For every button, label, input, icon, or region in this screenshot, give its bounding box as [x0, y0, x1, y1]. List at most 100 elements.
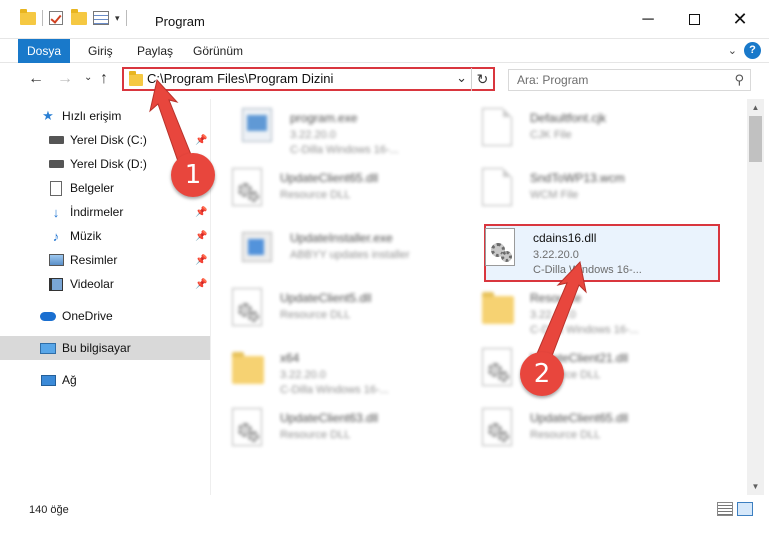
window-title: Program	[155, 14, 205, 29]
maximize-button[interactable]	[671, 0, 717, 39]
dll-gear-icon	[485, 228, 519, 270]
sidebar-item-this-pc[interactable]: Bu bilgisayar	[0, 336, 210, 360]
help-button[interactable]: ?	[744, 42, 761, 59]
tab-view[interactable]: Görünüm	[183, 39, 253, 63]
file-name: program.exe	[290, 111, 358, 125]
music-icon: ♪	[52, 228, 60, 244]
folder-icon	[232, 348, 266, 390]
dll-gear-icon	[232, 168, 266, 210]
chevron-down-icon[interactable]: ⌄	[456, 70, 467, 86]
address-path[interactable]: C:\Program Files\Program Dizini	[147, 71, 333, 86]
list-item[interactable]: program.exe 3.22.20.0 C-Dilla Windows 16…	[232, 102, 472, 162]
list-item[interactable]: UpdateClient5.dll Resource DLL	[222, 282, 462, 342]
tab-file[interactable]: Dosya	[18, 39, 70, 63]
file-name: Resource	[530, 291, 582, 305]
file-description: ABBYY updates installer	[290, 249, 410, 261]
videos-icon	[48, 276, 64, 292]
file-description: C-Dilla Windows 16-...	[280, 384, 389, 396]
sidebar-item-label: Bu bilgisayar	[62, 341, 131, 355]
file-name: UpdateInstaller.exe	[290, 231, 393, 245]
new-folder-icon[interactable]	[71, 9, 87, 26]
minimize-button[interactable]: ─	[625, 0, 671, 39]
refresh-icon[interactable]: ↻	[471, 68, 493, 91]
customize-dropdown-icon[interactable]: ▾	[115, 13, 120, 24]
tab-share[interactable]: Paylaş	[127, 39, 183, 63]
sidebar-item-label: İndirmeler	[70, 205, 124, 219]
cloud-icon	[40, 308, 56, 324]
recent-locations-icon[interactable]: ⌄	[84, 72, 92, 83]
file-version: 3.22.20.0	[280, 369, 326, 381]
folder-icon[interactable]	[20, 9, 36, 26]
file-type: Resource DLL	[280, 189, 351, 201]
drive-icon	[48, 132, 64, 148]
large-icons-view-icon[interactable]	[737, 502, 753, 516]
sidebar-item-label: Videolar	[70, 277, 114, 291]
checklist-icon[interactable]	[49, 10, 65, 26]
file-type: WCM File	[530, 189, 579, 201]
file-type: Resource DLL	[280, 309, 351, 321]
file-name: UpdateClient65.dll	[530, 411, 629, 425]
list-item[interactable]: UpdateInstaller.exe ABBYY updates instal…	[232, 222, 472, 282]
quick-access-toolbar: ▾	[20, 9, 127, 26]
file-description: C-Dilla Windows 16-...	[533, 264, 642, 276]
file-name: UpdateClient63.dll	[280, 411, 379, 425]
sidebar-item-onedrive[interactable]: OneDrive	[0, 304, 210, 328]
list-item[interactable]: Defaultfont.cjk CJK File	[472, 102, 712, 162]
file-version: 3.22.20.0	[530, 309, 576, 321]
dll-gear-icon	[482, 348, 516, 390]
folder-icon	[482, 288, 516, 330]
file-type: Resource DLL	[530, 429, 601, 441]
pin-icon: 📌	[195, 254, 208, 266]
address-bar[interactable]: C:\Program Files\Program Dizini ⌄ ↻	[122, 67, 495, 91]
sidebar-item-label: Belgeler	[70, 181, 115, 195]
back-arrow-icon[interactable]: ←	[28, 70, 44, 88]
list-item[interactable]: x64 3.22.20.0 C-Dilla Windows 16-...	[222, 342, 462, 402]
list-item[interactable]: UpdateClient21.dll Resource DLL	[472, 342, 712, 402]
separator	[42, 10, 43, 26]
sidebar-item-drive-c[interactable]: Yerel Disk (C:) 📌	[0, 128, 210, 152]
sidebar-item-music[interactable]: ♪ Müzik 📌	[0, 224, 210, 248]
pin-icon: 📌	[195, 134, 208, 146]
sidebar-item-videos[interactable]: Videolar 📌	[0, 272, 210, 296]
details-view-icon[interactable]	[717, 502, 733, 516]
minimize-icon: ─	[642, 10, 654, 28]
expand-ribbon-icon[interactable]: ⌄	[728, 44, 737, 57]
file-name: UpdateClient65.dll	[280, 171, 379, 185]
list-item[interactable]: SndToWP13.wcm WCM File	[472, 162, 712, 222]
search-input[interactable]: Ara: Program ⚲	[508, 69, 751, 91]
list-item[interactable]: UpdateClient65.dll Resource DLL	[222, 162, 462, 222]
sidebar-item-downloads[interactable]: ↓ İndirmeler 📌	[0, 200, 210, 224]
list-item[interactable]: UpdateClient63.dll Resource DLL	[222, 402, 462, 462]
separator	[125, 10, 127, 26]
navigation-bar: ← → ⌄ ↑ C:\Program Files\Program Dizini …	[0, 63, 769, 99]
list-item[interactable]: UpdateClient65.dll Resource DLL	[472, 402, 712, 462]
list-item[interactable]: Resource 3.22.20.0 C-Dilla Windows 16-..…	[472, 282, 712, 342]
scroll-up-icon[interactable]: ▲	[747, 99, 764, 116]
network-icon	[40, 372, 56, 388]
title-bar: ▾ Program ─ ✕	[0, 0, 769, 39]
close-button[interactable]: ✕	[717, 0, 763, 39]
file-type: Resource DLL	[280, 429, 351, 441]
list-item-cdains16[interactable]: cdains16.dll 3.22.20.0 C-Dilla Windows 1…	[475, 222, 715, 282]
file-version: 3.22.20.0	[290, 129, 336, 141]
properties-icon[interactable]	[93, 10, 109, 26]
up-arrow-icon[interactable]: ↑	[100, 70, 108, 88]
forward-arrow-icon[interactable]: →	[57, 70, 73, 88]
dll-gear-icon	[482, 408, 516, 450]
file-name: SndToWP13.wcm	[530, 171, 625, 185]
scrollbar-thumb[interactable]	[749, 116, 762, 162]
file-name: Defaultfont.cjk	[530, 111, 607, 125]
sidebar-item-network[interactable]: Ağ	[0, 368, 210, 392]
callout-2: 2	[520, 352, 564, 396]
sidebar-item-pictures[interactable]: Resimler 📌	[0, 248, 210, 272]
vertical-scrollbar[interactable]: ▲ ▼	[747, 99, 764, 495]
sidebar-item-quick-access[interactable]: ★ Hızlı erişim	[0, 104, 210, 128]
sidebar-item-label: Yerel Disk (C:)	[70, 133, 147, 147]
installer-icon	[242, 228, 276, 270]
file-version: 3.22.20.0	[533, 249, 579, 261]
pin-icon: 📌	[195, 278, 208, 290]
scroll-down-icon[interactable]: ▼	[747, 478, 764, 495]
file-icon	[482, 108, 516, 150]
search-icon[interactable]: ⚲	[734, 72, 744, 88]
tab-home[interactable]: Giriş	[78, 39, 123, 63]
